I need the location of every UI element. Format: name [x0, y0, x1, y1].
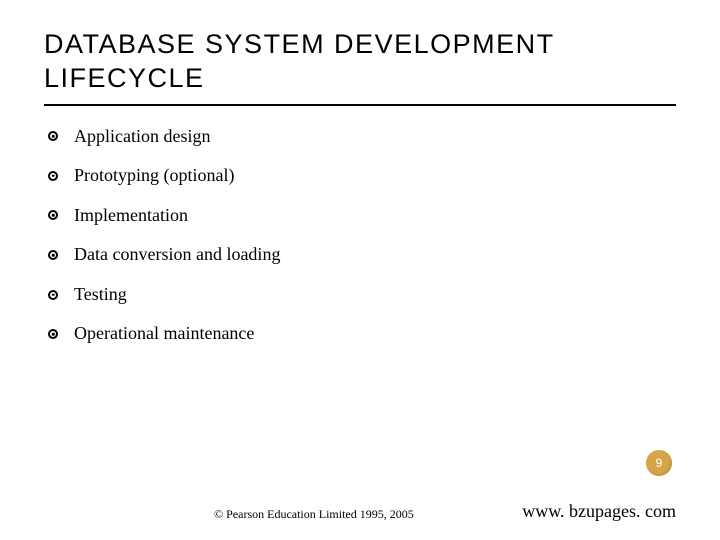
- bullet-text: Operational maintenance: [74, 323, 254, 345]
- copyright-text: © Pearson Education Limited 1995, 2005: [214, 507, 414, 522]
- list-item: Application design: [48, 126, 676, 148]
- bullet-icon: [48, 131, 58, 141]
- bullet-icon: [48, 210, 58, 220]
- bullet-icon: [48, 250, 58, 260]
- list-item: Data conversion and loading: [48, 244, 676, 266]
- bullet-text: Application design: [74, 126, 210, 148]
- bullet-text: Prototyping (optional): [74, 165, 235, 187]
- list-item: Prototyping (optional): [48, 165, 676, 187]
- page-number: 9: [656, 456, 663, 470]
- bullet-text: Implementation: [74, 205, 188, 227]
- bullet-icon: [48, 290, 58, 300]
- slide: DATABASE SYSTEM DEVELOPMENT LIFECYCLE Ap…: [0, 0, 720, 540]
- slide-title: DATABASE SYSTEM DEVELOPMENT LIFECYCLE: [44, 28, 676, 106]
- bullet-list: Application design Prototyping (optional…: [44, 126, 676, 346]
- page-number-badge: 9: [646, 450, 672, 476]
- site-url: www. bzupages. com: [522, 501, 676, 522]
- bullet-text: Data conversion and loading: [74, 244, 280, 266]
- list-item: Operational maintenance: [48, 323, 676, 345]
- bullet-text: Testing: [74, 284, 127, 306]
- bullet-icon: [48, 171, 58, 181]
- list-item: Testing: [48, 284, 676, 306]
- list-item: Implementation: [48, 205, 676, 227]
- bullet-icon: [48, 329, 58, 339]
- footer: © Pearson Education Limited 1995, 2005 w…: [0, 507, 720, 522]
